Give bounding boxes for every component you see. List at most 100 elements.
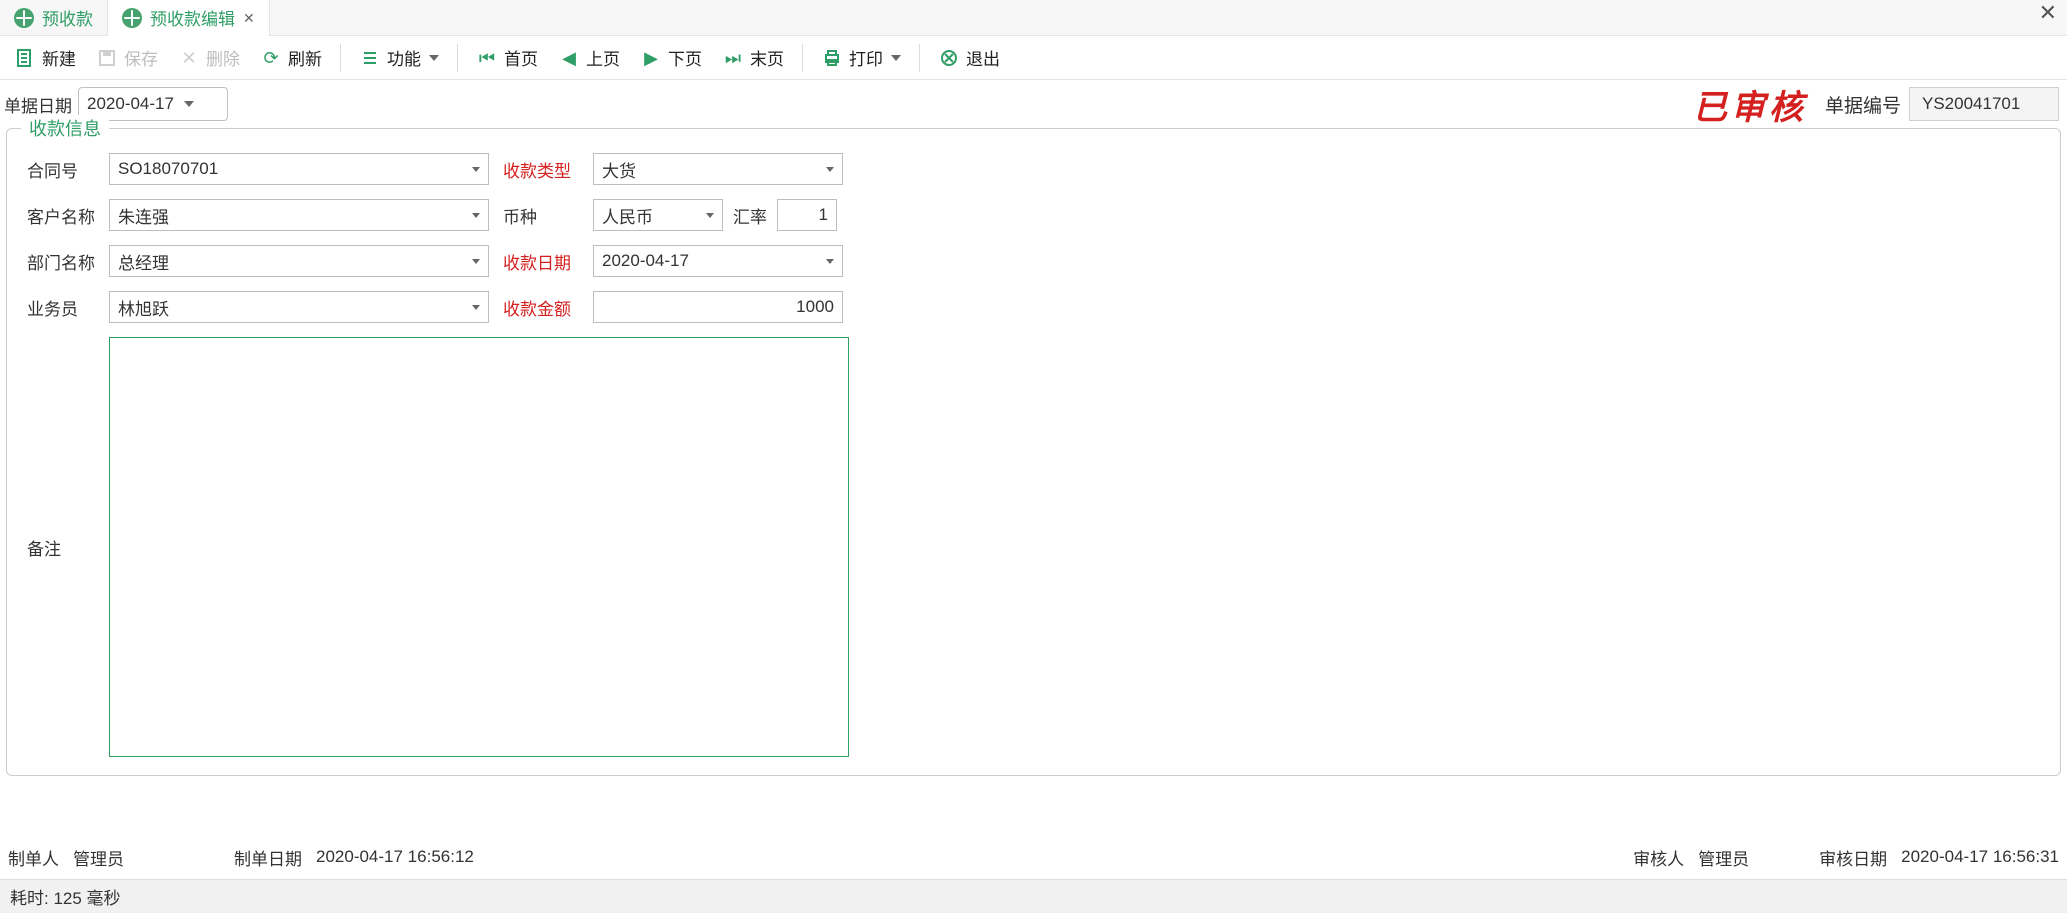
creator-label: 制单人: [8, 845, 59, 870]
footer-info: 制单人 管理员 制单日期 2020-04-17 16:56:12 审核人 管理员…: [0, 837, 2067, 877]
print-button[interactable]: 打印: [813, 41, 909, 75]
chevron-down-icon: [472, 167, 480, 172]
tab-prepayment-edit[interactable]: 预收款编辑 ✕: [108, 0, 270, 36]
separator: [340, 44, 341, 72]
audit-date-value: 2020-04-17 16:56:31: [1901, 847, 2059, 867]
next-label: 下页: [668, 45, 702, 70]
exit-icon: [938, 47, 960, 69]
chevron-down-icon: [184, 101, 194, 107]
close-icon[interactable]: ✕: [2039, 2, 2057, 24]
currency-label: 币种: [503, 203, 583, 228]
fieldset-legend: 收款信息: [21, 115, 109, 141]
chevron-down-icon: [472, 305, 480, 310]
salesman-combo[interactable]: 林旭跃: [109, 291, 489, 323]
first-icon: ⏮: [476, 47, 498, 69]
function-label: 功能: [387, 45, 421, 70]
save-icon: [96, 47, 118, 69]
new-button[interactable]: 新建: [6, 41, 84, 75]
doc-no-text: YS20041701: [1922, 94, 2020, 114]
doc-date-value: 2020-04-17: [87, 94, 174, 114]
audit-date-label: 审核日期: [1819, 845, 1887, 870]
tab-prepayment[interactable]: 预收款: [0, 0, 108, 36]
contract-no-value: SO18070701: [118, 159, 480, 179]
receipt-date-label: 收款日期: [503, 249, 583, 274]
receipt-amount-label: 收款金额: [503, 295, 583, 320]
separator: [457, 44, 458, 72]
print-label: 打印: [849, 45, 883, 70]
salesman-value: 林旭跃: [118, 295, 480, 320]
globe-icon: [14, 8, 34, 28]
create-date-label: 制单日期: [234, 845, 302, 870]
last-icon: ⏭: [722, 47, 744, 69]
chevron-down-icon: [826, 167, 834, 172]
auditor-value: 管理员: [1698, 845, 1749, 870]
doc-no-label: 单据编号: [1817, 91, 1909, 118]
prev-label: 上页: [586, 45, 620, 70]
receipt-amount-value: 1000: [796, 297, 834, 317]
function-button[interactable]: 功能: [351, 41, 447, 75]
doc-no-value: YS20041701: [1909, 87, 2059, 121]
print-icon: [821, 47, 843, 69]
receipt-date-combo[interactable]: 2020-04-17: [593, 245, 843, 277]
new-label: 新建: [42, 45, 76, 70]
customer-name-combo[interactable]: 朱连强: [109, 199, 489, 231]
remark-textarea[interactable]: [109, 337, 849, 757]
salesman-label: 业务员: [27, 295, 99, 320]
currency-combo[interactable]: 人民币: [593, 199, 723, 231]
save-button: 保存: [88, 41, 166, 75]
remark-label: 备注: [27, 535, 99, 560]
exit-button[interactable]: 退出: [930, 41, 1008, 75]
doc-date-label: 单据日期: [4, 92, 78, 117]
receipt-type-combo[interactable]: 大货: [593, 153, 843, 185]
first-label: 首页: [504, 45, 538, 70]
chevron-down-icon: [826, 259, 834, 264]
approved-stamp: 已审核: [1693, 80, 1817, 129]
refresh-button[interactable]: ⟳ 刷新: [252, 41, 330, 75]
new-icon: [14, 47, 36, 69]
contract-no-combo[interactable]: SO18070701: [109, 153, 489, 185]
create-date-value: 2020-04-17 16:56:12: [316, 847, 474, 867]
prev-page-button[interactable]: ◀ 上页: [550, 41, 628, 75]
customer-name-value: 朱连强: [118, 203, 480, 228]
tab-label: 预收款: [42, 5, 93, 30]
refresh-label: 刷新: [288, 45, 322, 70]
rate-value: 1: [819, 205, 828, 225]
toolbar: 新建 保存 ✕ 删除 ⟳ 刷新 功能 ⏮ 首页 ◀ 上页 ▶ 下页 ⏭ 末页: [0, 36, 2067, 80]
contract-no-label: 合同号: [27, 157, 99, 182]
tab-bar: 预收款 预收款编辑 ✕ ✕: [0, 0, 2067, 36]
dept-name-combo[interactable]: 总经理: [109, 245, 489, 277]
receipt-amount-input[interactable]: 1000: [593, 291, 843, 323]
save-label: 保存: [124, 45, 158, 70]
chevron-down-icon: [891, 55, 901, 61]
prev-icon: ◀: [558, 47, 580, 69]
refresh-icon: ⟳: [260, 47, 282, 69]
rate-input[interactable]: 1: [777, 199, 837, 231]
tab-label: 预收款编辑: [150, 5, 235, 30]
last-page-button[interactable]: ⏭ 末页: [714, 41, 792, 75]
status-text: 耗时: 125 毫秒: [10, 884, 121, 909]
list-icon: [359, 47, 381, 69]
globe-icon: [122, 8, 142, 28]
status-bar: 耗时: 125 毫秒: [0, 879, 2067, 913]
rate-label: 汇率: [733, 203, 767, 228]
creator-value: 管理员: [73, 845, 124, 870]
auditor-label: 审核人: [1633, 845, 1684, 870]
last-label: 末页: [750, 45, 784, 70]
delete-label: 删除: [206, 45, 240, 70]
tab-close-icon[interactable]: ✕: [243, 11, 255, 25]
receipt-info-fieldset: 收款信息 合同号 SO18070701 收款类型 大货 客户名称: [6, 128, 2061, 776]
first-page-button[interactable]: ⏮ 首页: [468, 41, 546, 75]
receipt-type-value: 大货: [602, 157, 834, 182]
chevron-down-icon: [429, 55, 439, 61]
customer-name-label: 客户名称: [27, 203, 99, 228]
delete-button: ✕ 删除: [170, 41, 248, 75]
separator: [919, 44, 920, 72]
receipt-date-value: 2020-04-17: [602, 251, 834, 271]
chevron-down-icon: [706, 213, 714, 218]
next-icon: ▶: [640, 47, 662, 69]
dept-name-label: 部门名称: [27, 249, 99, 274]
next-page-button[interactable]: ▶ 下页: [632, 41, 710, 75]
currency-value: 人民币: [602, 203, 714, 228]
delete-icon: ✕: [178, 47, 200, 69]
header-row: 单据日期 2020-04-17 已审核 单据编号 YS20041701: [0, 80, 2067, 128]
